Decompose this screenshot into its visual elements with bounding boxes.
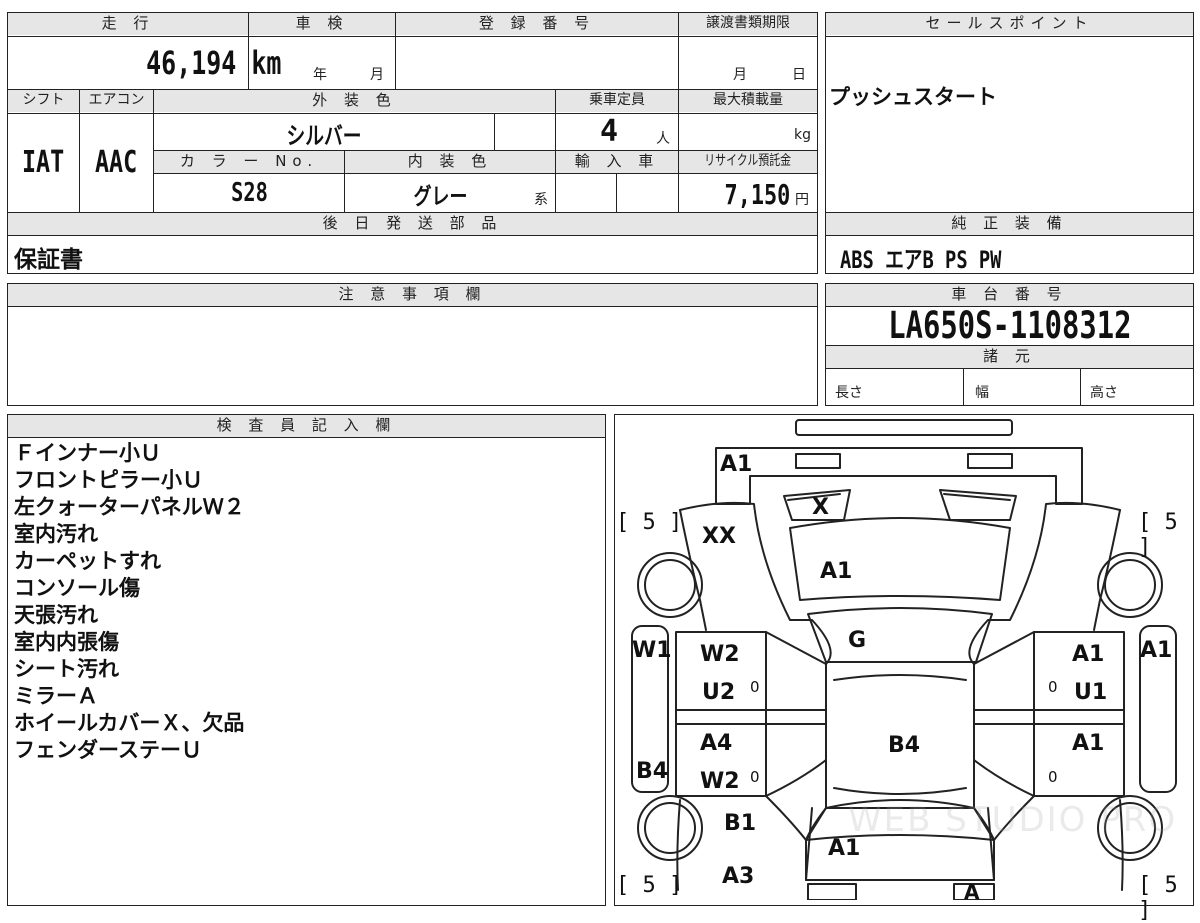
mark-rear-bumper: A: [964, 880, 980, 904]
specs-label: 諸 元: [826, 346, 1193, 368]
tire-mark-front-right: [ 5 ]: [1138, 510, 1178, 560]
aircon-value: AAC: [95, 145, 138, 180]
inspector-line: 天張汚れ: [14, 603, 98, 627]
max-load-label: 最大積載量: [679, 90, 817, 112]
spec-height: 高さ: [1090, 385, 1118, 401]
inspector-line: フェンダーステーＵ: [14, 738, 202, 762]
mark-rear-glass: A1: [828, 836, 861, 861]
inspector-notes: Ｆインナー小Ｕ フロントピラー小Ｕ 左クォーターパネルＷ２ 室内汚れ カーペット…: [14, 440, 245, 764]
spec-width: 幅: [975, 385, 989, 401]
mark-roof: B4: [888, 733, 921, 758]
zero-mark: 0: [750, 678, 760, 696]
inspector-line: 左クォーターパネルＷ２: [14, 495, 245, 519]
inspector-line: ホイールカバーＸ、欠品: [14, 711, 245, 735]
shaken-month-unit: 月: [370, 67, 384, 83]
inspector-line: フロントピラー小Ｕ: [14, 468, 203, 492]
watermark: WEB STUDIO PRO: [848, 800, 1178, 840]
transfer-deadline-label: 譲渡書類期限: [679, 13, 817, 35]
interior-color-label: 内 装 色: [345, 151, 555, 173]
shaken-year-unit: 年: [313, 67, 327, 83]
capacity-label: 乗車定員: [556, 90, 678, 112]
mark-left-front-door-1: W2: [700, 642, 740, 667]
mark-headlight: X: [812, 495, 829, 520]
inspector-line: Ｆインナー小Ｕ: [14, 441, 161, 465]
mark-left-side-lower: B4: [636, 759, 669, 784]
tire-mark-rear-right: [ 5 ]: [1138, 873, 1178, 923]
inspector-line: コンソール傷: [14, 576, 140, 600]
shaken-label: 車 検: [249, 13, 395, 35]
mark-right-front-door-2: U1: [1074, 680, 1108, 705]
interior-color-value: グレー: [413, 184, 467, 210]
sales-point-value: プッシュスタート: [829, 85, 997, 109]
recycle-label: リサイクル預託金: [679, 151, 817, 173]
capacity-value: 4: [600, 114, 619, 149]
interior-color-suffix: 系: [534, 192, 548, 208]
inspector-line: 室内汚れ: [14, 522, 98, 546]
mileage-label: 走 行: [8, 13, 248, 35]
sales-point-label: セールスポイント: [826, 13, 1193, 35]
tire-mark-rear-left: [ 5 ]: [616, 873, 683, 898]
shift-label: シフト: [8, 90, 79, 112]
deadline-month-unit: 月: [733, 67, 747, 83]
zero-mark: 0: [1048, 678, 1058, 696]
mark-left-mirror: W1: [632, 638, 672, 663]
exterior-color-value: シルバー: [286, 122, 362, 150]
import-label: 輸 入 車: [556, 151, 678, 173]
aircon-label: エアコン: [80, 90, 153, 112]
mark-left-rear-door-1: A4: [700, 731, 733, 756]
later-parts-label: 後 日 発 送 部 品: [8, 213, 817, 235]
genuine-equipment-value: ABS エアB PS PW: [840, 246, 1002, 274]
later-parts-value: 保証書: [14, 247, 83, 273]
zero-mark: 0: [750, 768, 760, 786]
mark-hood: A1: [820, 559, 853, 584]
registration-label: 登 録 番 号: [396, 13, 678, 35]
color-no-value: S28: [230, 178, 268, 208]
inspector-line: シート汚れ: [14, 657, 119, 681]
inspector-label: 検 査 員 記 入 欄: [8, 415, 605, 437]
notes-label: 注 意 事 項 欄: [8, 284, 817, 306]
capacity-unit: 人: [656, 131, 670, 147]
recycle-value: 7,150: [724, 178, 790, 211]
mark-left-rear-fender-1: B1: [724, 811, 757, 836]
inspector-line: ミラーＡ: [14, 684, 98, 708]
deadline-day-unit: 日: [792, 67, 806, 83]
exterior-color-label: 外 装 色: [154, 90, 555, 112]
mark-front-fender-left: XX: [702, 524, 736, 549]
shift-value: IAT: [22, 145, 65, 180]
chassis-value: LA650S-1108312: [887, 304, 1132, 347]
mark-left-rear-fender-2: A3: [722, 864, 755, 889]
mark-right-mirror: A1: [1140, 638, 1173, 663]
tire-mark-front-left: [ 5 ]: [616, 510, 683, 535]
inspector-line: カーペットすれ: [14, 549, 161, 573]
max-load-unit: kg: [794, 127, 811, 143]
spec-length: 長さ: [835, 385, 863, 401]
mark-right-rear-door: A1: [1072, 731, 1105, 756]
mark-right-front-door-1: A1: [1072, 642, 1105, 667]
color-no-label: カ ラ ー No.: [154, 151, 344, 173]
mark-bumper-front: A1: [720, 452, 753, 477]
recycle-unit: 円: [795, 192, 809, 208]
mark-left-rear-door-2: W2: [700, 769, 740, 794]
genuine-equipment-label: 純 正 装 備: [826, 213, 1193, 235]
zero-mark: 0: [1048, 768, 1058, 786]
mark-left-front-door-2: U2: [702, 680, 736, 705]
mileage-value: 46,194 km: [146, 44, 282, 82]
mark-windshield: G: [848, 628, 867, 653]
inspector-line: 室内内張傷: [14, 630, 119, 654]
chassis-label: 車 台 番 号: [826, 284, 1193, 306]
